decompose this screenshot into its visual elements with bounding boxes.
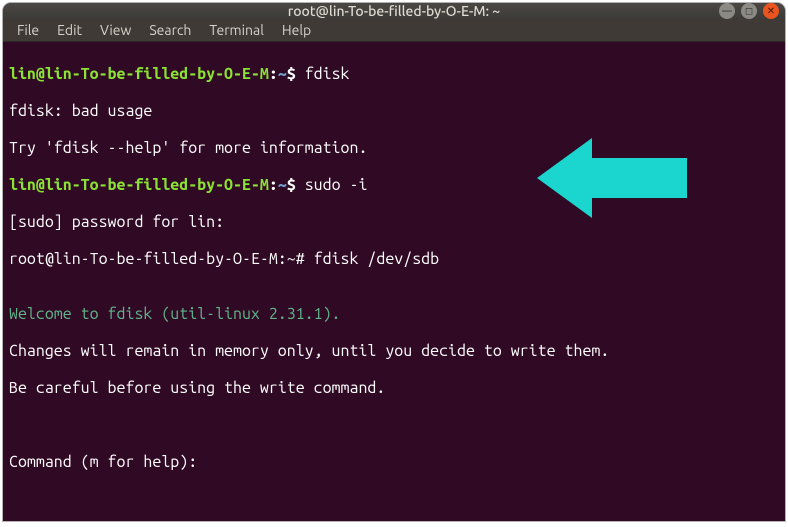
- maximize-icon: ◻: [745, 6, 753, 16]
- terminal-line: Welcome to fdisk (util-linux 2.31.1).: [9, 305, 779, 324]
- prompt-suffix: $: [287, 65, 305, 83]
- terminal-body[interactable]: lin@lin-To-be-filled-by-O-E-M:~$ fdisk f…: [3, 42, 785, 521]
- menu-file[interactable]: File: [9, 19, 47, 41]
- prompt-path: ~: [278, 176, 287, 194]
- terminal-line: lin@lin-To-be-filled-by-O-E-M:~$ fdisk: [9, 65, 779, 84]
- prompt-user: lin@lin-To-be-filled-by-O-E-M: [9, 65, 269, 83]
- terminal-line: fdisk: bad usage: [9, 102, 779, 121]
- minimize-icon: —: [722, 6, 732, 16]
- prompt-sep: :: [269, 176, 278, 194]
- minimize-button[interactable]: —: [719, 3, 735, 19]
- arrow-left-callout: [483, 114, 633, 204]
- terminal-line: Changes will remain in memory only, unti…: [9, 342, 779, 361]
- prompt-path: ~: [278, 65, 287, 83]
- terminal-line: root@lin-To-be-filled-by-O-E-M:~# fdisk …: [9, 250, 779, 269]
- prompt-user: lin@lin-To-be-filled-by-O-E-M: [9, 176, 269, 194]
- menu-help[interactable]: Help: [274, 19, 319, 41]
- menubar: File Edit View Search Terminal Help: [3, 19, 785, 42]
- close-icon: ✕: [767, 6, 775, 16]
- maximize-button[interactable]: ◻: [741, 3, 757, 19]
- command-text: fdisk /dev/sdb: [314, 250, 439, 268]
- titlebar: root@lin-To-be-filled-by-O-E-M: ~ — ◻ ✕: [3, 3, 785, 19]
- arrow-left-icon: [537, 133, 687, 223]
- menu-terminal[interactable]: Terminal: [201, 19, 272, 41]
- root-prompt: root@lin-To-be-filled-by-O-E-M:~#: [9, 250, 314, 268]
- terminal-line: Command (m for help):: [9, 453, 779, 472]
- terminal-window: root@lin-To-be-filled-by-O-E-M: ~ — ◻ ✕ …: [3, 3, 785, 521]
- prompt-suffix: $: [287, 176, 305, 194]
- command-text: sudo -i: [305, 176, 368, 194]
- menu-edit[interactable]: Edit: [49, 19, 90, 41]
- prompt-sep: :: [269, 65, 278, 83]
- close-button[interactable]: ✕: [763, 3, 779, 19]
- terminal-line: Be careful before using the write comman…: [9, 379, 779, 398]
- command-text: fdisk: [305, 65, 350, 83]
- window-title: root@lin-To-be-filled-by-O-E-M: ~: [288, 3, 500, 19]
- menu-search[interactable]: Search: [141, 19, 199, 41]
- menu-view[interactable]: View: [92, 19, 139, 41]
- window-controls: — ◻ ✕: [719, 3, 779, 19]
